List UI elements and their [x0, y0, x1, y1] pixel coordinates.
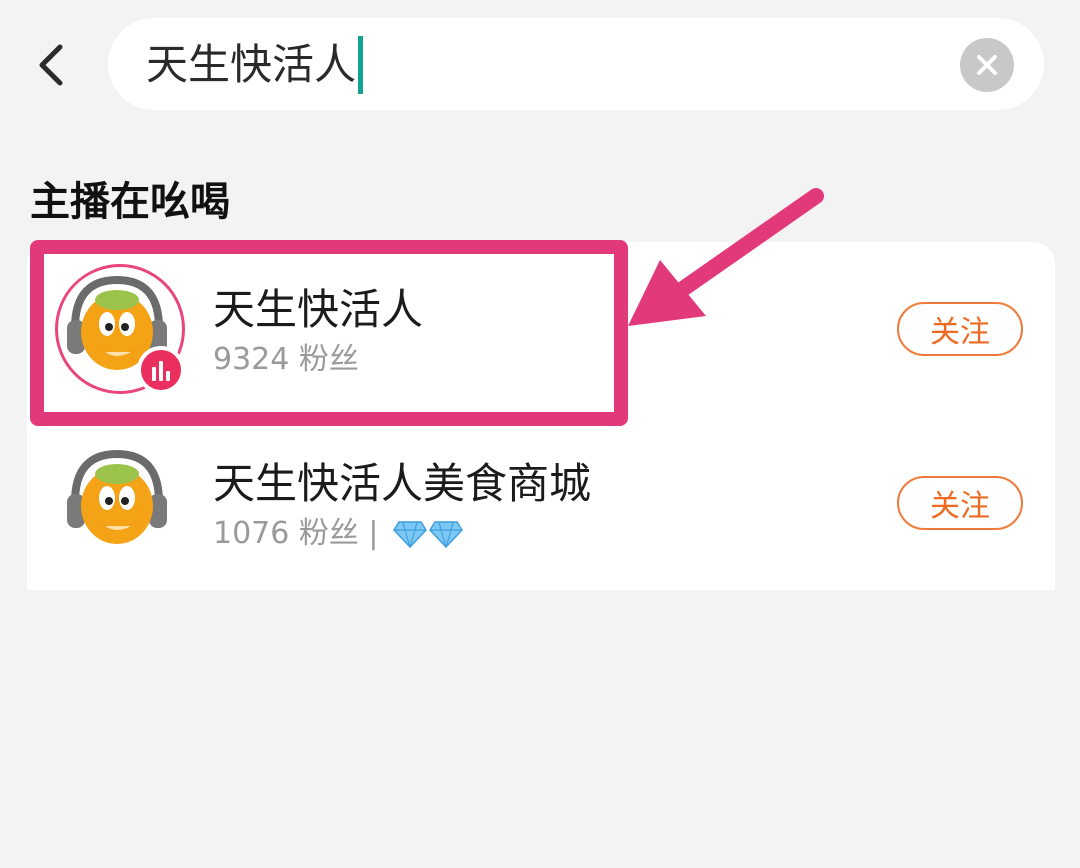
annotation-arrow-icon [628, 188, 824, 326]
diamond-badges [392, 520, 463, 548]
avatar[interactable] [57, 440, 181, 564]
chevron-left-icon [39, 44, 63, 86]
result-name: 天生快活人美食商城 [213, 459, 592, 508]
text-caret [358, 36, 364, 94]
fans-count: 1076 粉丝 | [213, 516, 379, 551]
back-button[interactable] [30, 40, 70, 90]
diamond-icon [428, 521, 463, 548]
highlight-box [30, 240, 628, 426]
section-title: 主播在吆喝 [30, 179, 230, 225]
result-fans: 1076 粉丝 | [213, 514, 463, 554]
duck-avatar-image [59, 442, 175, 558]
clear-search-button[interactable] [960, 38, 1014, 92]
search-query[interactable]: 天生快活人 [146, 36, 364, 94]
follow-button[interactable]: 关注 [897, 302, 1023, 356]
close-icon [977, 55, 997, 75]
diamond-icon [392, 521, 427, 548]
follow-button[interactable]: 关注 [897, 476, 1023, 530]
search-query-text: 天生快活人 [146, 40, 357, 89]
result-item[interactable]: 天生快活人美食商城 1076 粉丝 | 关注 [27, 416, 1055, 590]
search-input[interactable]: 天生快活人 [108, 18, 1044, 110]
